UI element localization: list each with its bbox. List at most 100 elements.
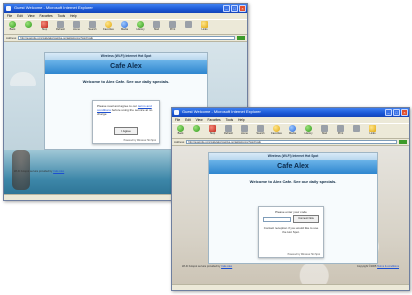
media-button[interactable]: Media: [118, 21, 131, 33]
media-button[interactable]: Media: [286, 125, 299, 137]
back-button[interactable]: Back: [174, 125, 187, 137]
mail-icon: [321, 125, 328, 132]
star-icon: [273, 125, 280, 132]
maximize-button[interactable]: □: [231, 5, 238, 12]
minimize-button[interactable]: –: [385, 109, 392, 116]
toolbar: Back Stop Refresh Home Search Favorites …: [4, 19, 247, 35]
menu-file[interactable]: File: [7, 14, 12, 18]
history-icon: [305, 125, 312, 132]
stop-icon: [209, 125, 216, 132]
toolbar: Back Stop Refresh Home Search Favorites …: [172, 123, 409, 139]
history-icon: [137, 21, 144, 28]
address-label: Address: [6, 36, 17, 40]
back-icon: [9, 21, 16, 28]
footer-text: Wi-Fi hotspot service provided by: [182, 265, 221, 268]
minimize-button[interactable]: –: [223, 5, 230, 12]
links-button[interactable]: Links: [366, 125, 379, 137]
print-icon: [169, 21, 176, 28]
print-button[interactable]: Print: [166, 21, 179, 33]
search-icon: [257, 125, 264, 132]
brand-title: Cafe Alex: [209, 160, 377, 174]
welcome-text: Welcome to Alex Cafe. See our daily spec…: [249, 179, 337, 184]
menu-edit[interactable]: Edit: [17, 14, 23, 18]
refresh-button[interactable]: Refresh: [222, 125, 235, 137]
footer-link[interactable]: Cafe Alex: [221, 265, 232, 268]
mail-button[interactable]: Mail: [318, 125, 331, 137]
hotspot-title: Wireless (Wi-Fi) Internet Hot Spot: [45, 53, 207, 60]
terms-text: Please read and agree to our terms and c…: [97, 104, 153, 116]
terms-footer-link[interactable]: Terms & conditions: [377, 265, 399, 268]
home-icon: [73, 21, 80, 28]
menu-help[interactable]: Help: [238, 118, 245, 122]
print-button[interactable]: Print: [334, 125, 347, 137]
menu-favorites[interactable]: Favorites: [40, 14, 53, 18]
page-content: Wireless (Wi-Fi) Internet Hot Spot Cafe …: [172, 146, 409, 290]
umbrella-image: [10, 72, 36, 86]
window-title: Guest Welcome - Microsoft Internet Explo…: [182, 109, 261, 114]
menu-view[interactable]: View: [196, 118, 203, 122]
favorites-button[interactable]: Favorites: [102, 21, 115, 33]
ie-icon: [174, 110, 179, 115]
browser-window-code: Guest Welcome - Microsoft Internet Explo…: [171, 107, 410, 291]
status-bar: [172, 284, 409, 290]
refresh-icon: [57, 21, 64, 28]
go-button[interactable]: [399, 140, 407, 144]
copyright: Copyright ©2005: [356, 265, 377, 268]
menu-favorites[interactable]: Favorites: [208, 118, 221, 122]
terms-dialog: Please read and agree to our terms and c…: [92, 100, 160, 144]
pin-prompt: Please enter your code: [275, 210, 307, 214]
star-icon: [105, 21, 112, 28]
menu-help[interactable]: Help: [70, 14, 77, 18]
history-button[interactable]: History: [302, 125, 315, 137]
media-icon: [121, 21, 128, 28]
footer-link[interactable]: Cafe Alex: [53, 170, 64, 173]
agree-button[interactable]: I Agree: [114, 127, 138, 135]
stop-button[interactable]: Stop: [38, 21, 51, 33]
menu-edit[interactable]: Edit: [185, 118, 191, 122]
edit-button[interactable]: [350, 125, 363, 137]
media-icon: [289, 125, 296, 132]
forward-button[interactable]: [190, 125, 203, 137]
menu-view[interactable]: View: [28, 14, 35, 18]
home-button[interactable]: Home: [70, 21, 83, 33]
title-bar[interactable]: Guest Welcome - Microsoft Internet Explo…: [172, 108, 409, 117]
welcome-text: Welcome to Alex Cafe. See our daily spec…: [82, 79, 170, 84]
close-button[interactable]: ×: [239, 5, 246, 12]
menu-tools[interactable]: Tools: [58, 14, 65, 18]
contact-text: Contact reception if you would like to u…: [263, 226, 319, 234]
refresh-button[interactable]: Refresh: [54, 21, 67, 33]
address-input[interactable]: http://example.com/cafe/alex/captive-por…: [18, 36, 235, 40]
folder-icon: [369, 125, 376, 132]
address-label: Address: [174, 140, 185, 144]
search-button[interactable]: Search: [86, 21, 99, 33]
connect-button[interactable]: Connect Now: [293, 215, 319, 223]
search-button[interactable]: Search: [254, 125, 267, 137]
stop-button[interactable]: Stop: [206, 125, 219, 137]
edit-icon: [353, 125, 360, 132]
back-icon: [177, 125, 184, 132]
forward-icon: [25, 21, 32, 28]
home-button[interactable]: Home: [238, 125, 251, 137]
title-bar[interactable]: Guest Welcome - Microsoft Internet Explo…: [4, 4, 247, 13]
close-button[interactable]: ×: [401, 109, 408, 116]
edit-button[interactable]: [182, 21, 195, 33]
page-footer: Wi-Fi hotspot service provided by Cafe A…: [172, 265, 409, 268]
forward-button[interactable]: [22, 21, 35, 33]
favorites-button[interactable]: Favorites: [270, 125, 283, 137]
mail-button[interactable]: Mail: [150, 21, 163, 33]
address-input[interactable]: http://example.com/cafe/alex/captive-por…: [186, 140, 397, 144]
search-icon: [89, 21, 96, 28]
menu-file[interactable]: File: [175, 118, 180, 122]
mail-icon: [153, 21, 160, 28]
code-input[interactable]: [263, 216, 291, 222]
links-button[interactable]: Links: [198, 21, 211, 33]
history-button[interactable]: History: [134, 21, 147, 33]
back-button[interactable]: Back: [6, 21, 19, 33]
go-button[interactable]: [237, 36, 245, 40]
menu-tools[interactable]: Tools: [226, 118, 233, 122]
maximize-button[interactable]: □: [393, 109, 400, 116]
address-bar: Address http://example.com/cafe/alex/cap…: [4, 35, 247, 42]
footer-text: Wi-Fi hotspot service provided by: [14, 170, 53, 173]
edit-icon: [185, 21, 192, 28]
brand-title: Cafe Alex: [45, 60, 207, 74]
